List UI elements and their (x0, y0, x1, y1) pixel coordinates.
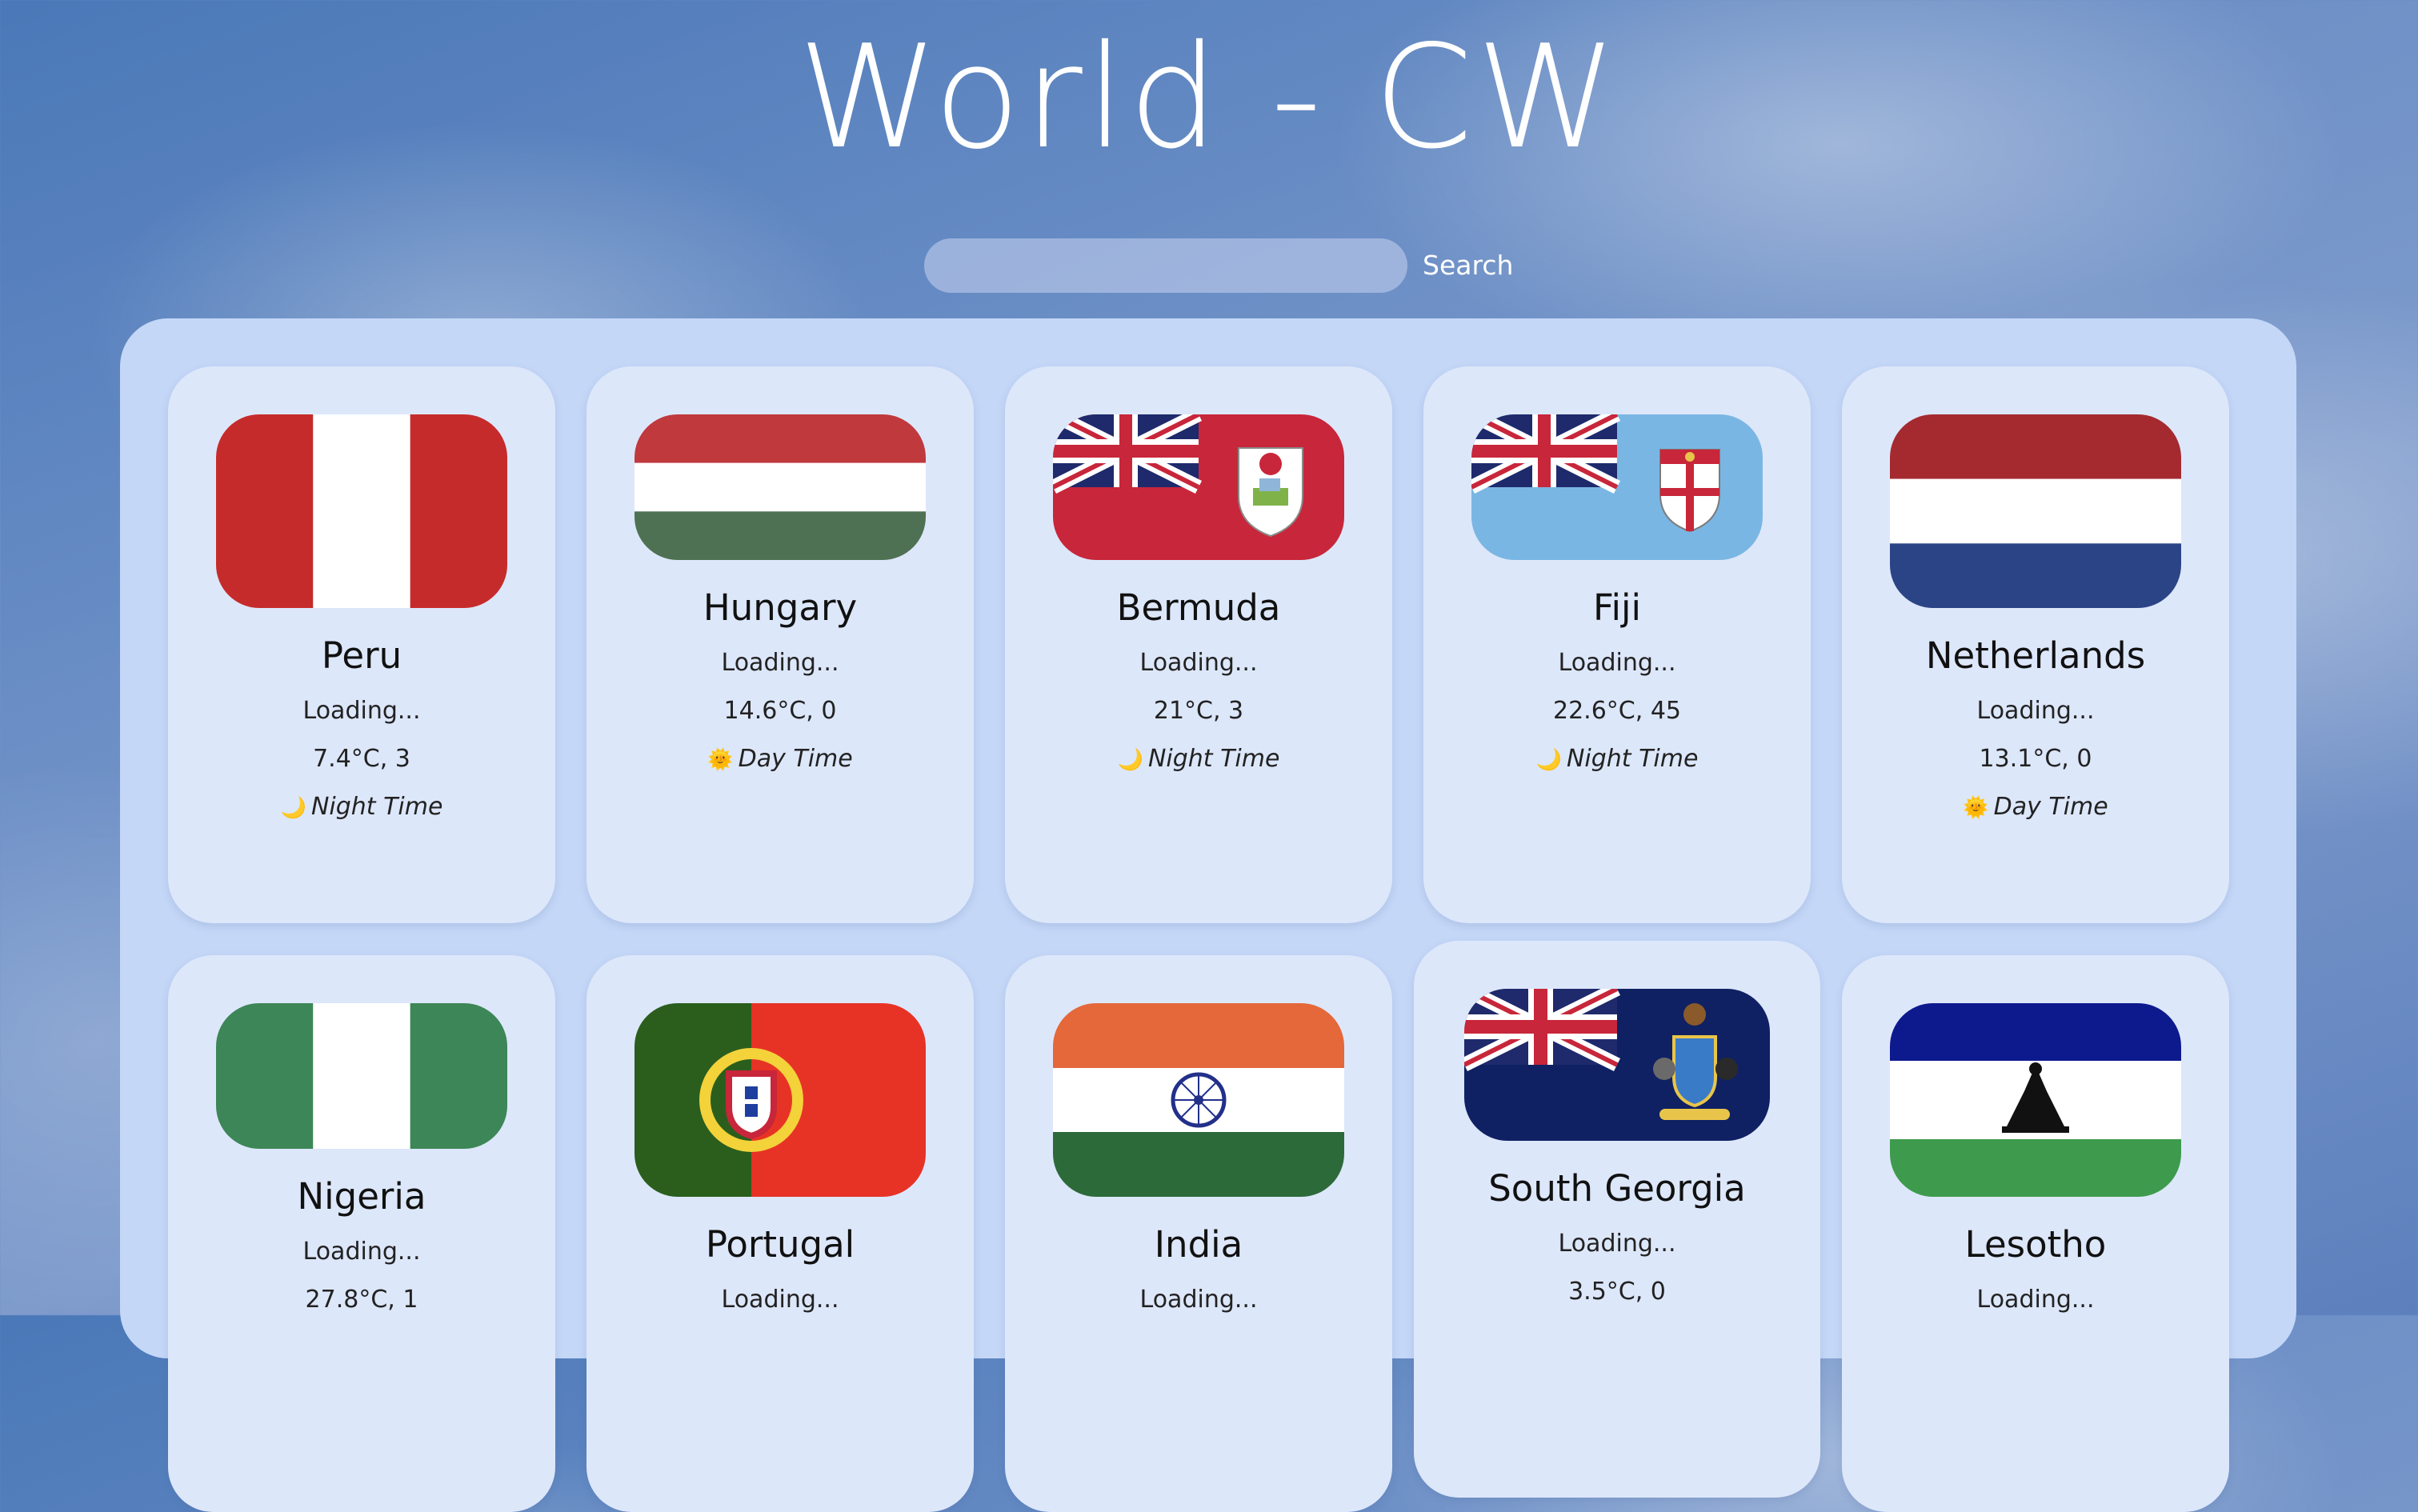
country-card-hungary[interactable]: Hungary Loading... 14.6°C, 0 🌞 Day Time (586, 366, 974, 923)
peru-flag-icon (216, 414, 507, 608)
search-button[interactable]: Search (1423, 245, 1513, 286)
time-of-day: 🌙 Night Time (280, 793, 443, 821)
bermuda-flag-icon (1053, 414, 1344, 560)
country-name: Hungary (703, 586, 858, 629)
country-name: South Georgia (1488, 1167, 1746, 1210)
country-card-netherlands[interactable]: Netherlands Loading... 13.1°C, 0 🌞 Day Ti… (1842, 366, 2229, 923)
country-name: Portugal (705, 1223, 855, 1266)
country-name: Netherlands (1925, 634, 2146, 677)
sun-icon: 🌞 (1963, 796, 1989, 820)
hungary-flag-icon (635, 414, 926, 560)
country-status: Loading... (1976, 1286, 2095, 1314)
country-status: Loading... (302, 697, 421, 725)
country-card-south-georgia[interactable]: South Georgia Loading... 3.5°C, 0 (1414, 941, 1820, 1498)
time-of-day: 🌞 Day Time (1963, 793, 2108, 821)
page-title: World - CW (798, 14, 1620, 180)
country-status: Loading... (721, 649, 839, 677)
country-card-india[interactable]: India Loading... (1005, 955, 1392, 1512)
fiji-flag-icon (1471, 414, 1763, 560)
country-status: Loading... (1139, 649, 1258, 677)
country-card-lesotho[interactable]: Lesotho Loading... (1842, 955, 2229, 1512)
country-name: Lesotho (1964, 1223, 2107, 1266)
lesotho-flag-icon (1890, 1003, 2181, 1197)
country-status: Loading... (1139, 1286, 1258, 1314)
country-status: Loading... (1558, 649, 1676, 677)
country-status: Loading... (1558, 1230, 1676, 1258)
country-status: Loading... (302, 1238, 421, 1266)
time-of-day: 🌙 Night Time (1117, 745, 1280, 773)
time-of-day: 🌞 Day Time (707, 745, 853, 773)
time-of-day: 🌙 Night Time (1535, 745, 1699, 773)
country-weather: 13.1°C, 0 (1979, 745, 2092, 773)
country-name: Bermuda (1116, 586, 1281, 629)
country-name: Fiji (1592, 586, 1642, 629)
country-name: India (1154, 1223, 1243, 1266)
country-weather: 7.4°C, 3 (313, 745, 410, 773)
country-weather: 21°C, 3 (1153, 697, 1244, 725)
south-georgia-flag-icon (1464, 989, 1770, 1141)
country-card-nigeria[interactable]: Nigeria Loading... 27.8°C, 1 (168, 955, 555, 1512)
search-input[interactable] (924, 238, 1407, 293)
country-card-portugal[interactable]: Portugal Loading... (586, 955, 974, 1512)
portugal-flag-icon (635, 1003, 926, 1197)
moon-icon: 🌙 (1117, 748, 1143, 772)
country-weather: 27.8°C, 1 (305, 1286, 418, 1314)
country-weather: 22.6°C, 45 (1553, 697, 1681, 725)
sun-icon: 🌞 (707, 748, 734, 772)
nigeria-flag-icon (216, 1003, 507, 1149)
country-name: Peru (321, 634, 402, 677)
country-weather: 14.6°C, 0 (723, 697, 837, 725)
country-status: Loading... (721, 1286, 839, 1314)
netherlands-flag-icon (1890, 414, 2181, 608)
country-card-fiji[interactable]: Fiji Loading... 22.6°C, 45 🌙 Night Time (1423, 366, 1811, 923)
country-grid: Peru Loading... 7.4°C, 3 🌙 Night Time Hun… (120, 318, 2296, 1512)
country-name: Nigeria (297, 1175, 426, 1218)
moon-icon: 🌙 (280, 796, 306, 820)
country-status: Loading... (1976, 697, 2095, 725)
country-card-peru[interactable]: Peru Loading... 7.4°C, 3 🌙 Night Time (168, 366, 555, 923)
country-card-bermuda[interactable]: Bermuda Loading... 21°C, 3 🌙 Night Time (1005, 366, 1392, 923)
india-flag-icon (1053, 1003, 1344, 1197)
country-weather: 3.5°C, 0 (1568, 1278, 1666, 1306)
moon-icon: 🌙 (1535, 748, 1562, 772)
